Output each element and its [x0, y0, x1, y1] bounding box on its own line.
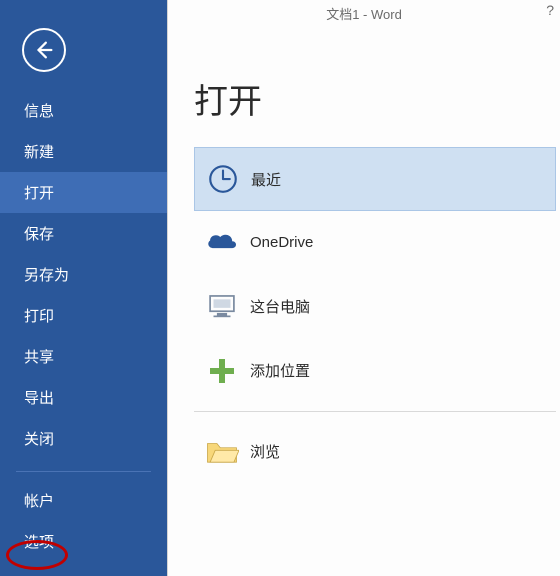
page-title: 打开: [194, 74, 560, 123]
titlebar: 文档1 - Word ?: [168, 0, 560, 26]
sidebar-item-save[interactable]: 保存: [0, 213, 167, 254]
app-root: 信息 新建 打开 保存 另存为 打印 共享 导出 关闭 帐户 选项 文档1 - …: [0, 0, 560, 576]
source-this-pc[interactable]: 这台电脑: [194, 275, 556, 339]
sidebar-item-options[interactable]: 选项: [0, 521, 167, 562]
source-label: 这台电脑: [250, 296, 310, 317]
sidebar-item-share[interactable]: 共享: [0, 336, 167, 377]
source-browse[interactable]: 浏览: [194, 420, 556, 484]
source-label: 添加位置: [250, 360, 310, 381]
clock-icon: [195, 162, 251, 196]
folder-icon: [194, 438, 250, 466]
source-divider: [194, 411, 556, 412]
sidebar-item-open[interactable]: 打开: [0, 172, 167, 213]
sidebar-item-close[interactable]: 关闭: [0, 418, 167, 459]
sidebar-item-export[interactable]: 导出: [0, 377, 167, 418]
source-label: 最近: [251, 169, 281, 190]
source-label: OneDrive: [250, 234, 313, 251]
backstage-sidebar: 信息 新建 打开 保存 另存为 打印 共享 导出 关闭 帐户 选项: [0, 0, 167, 576]
source-onedrive[interactable]: OneDrive: [194, 211, 556, 275]
open-sources-list: 最近 OneDrive: [194, 147, 556, 484]
sidebar-nav: 信息 新建 打开 保存 另存为 打印 共享 导出 关闭 帐户 选项: [0, 90, 167, 562]
source-label: 浏览: [250, 441, 280, 462]
plus-icon: [194, 356, 250, 386]
sidebar-divider: [16, 471, 151, 472]
sidebar-item-print[interactable]: 打印: [0, 295, 167, 336]
back-button[interactable]: [22, 28, 66, 72]
sidebar-item-info[interactable]: 信息: [0, 90, 167, 131]
source-recent[interactable]: 最近: [194, 147, 556, 211]
sidebar-item-account[interactable]: 帐户: [0, 480, 167, 521]
onedrive-icon: [194, 231, 250, 255]
help-button[interactable]: ?: [546, 2, 554, 18]
arrow-left-icon: [33, 39, 55, 61]
window-title: 文档1 - Word: [326, 4, 402, 23]
sidebar-item-saveas[interactable]: 另存为: [0, 254, 167, 295]
computer-icon: [194, 292, 250, 322]
sidebar-item-new[interactable]: 新建: [0, 131, 167, 172]
source-add-place[interactable]: 添加位置: [194, 339, 556, 403]
main-panel: 文档1 - Word ? 打开 最近: [167, 0, 560, 576]
